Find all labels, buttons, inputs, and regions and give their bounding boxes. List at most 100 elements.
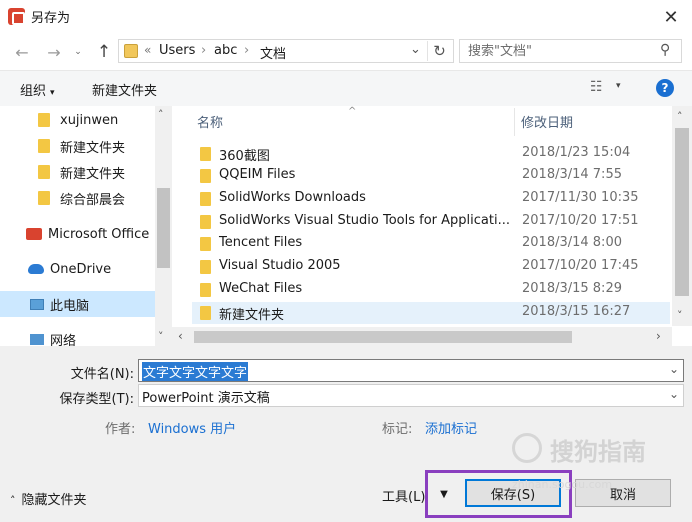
table-row[interactable]: Tencent Files 2018/3/14 8:00 bbox=[192, 233, 670, 255]
watermark-logo-icon bbox=[512, 433, 542, 463]
sidebar-item-meeting[interactable]: 综合部晨会 bbox=[38, 186, 125, 210]
file-name: QQEIM Files bbox=[219, 167, 296, 182]
folder-icon bbox=[200, 147, 211, 161]
scrollbar-thumb[interactable] bbox=[157, 188, 170, 268]
sidebar-item-label: 新建文件夹 bbox=[60, 166, 126, 182]
scroll-down-icon[interactable]: ˅ bbox=[677, 309, 683, 322]
sidebar-item-label: Microsoft Office bbox=[48, 226, 150, 242]
chevron-down-icon[interactable]: ⌄ bbox=[669, 362, 679, 376]
computer-icon bbox=[30, 298, 44, 310]
scroll-up-icon[interactable]: ˄ bbox=[158, 108, 164, 121]
address-dropdown-icon[interactable]: ⌄ bbox=[410, 42, 421, 57]
watermark-url: zhinan.sogou.com bbox=[512, 478, 613, 491]
scroll-right-icon[interactable]: › bbox=[656, 329, 661, 343]
file-list-vertical-scrollbar[interactable]: ˄ ˅ bbox=[672, 106, 692, 326]
breadcrumb-documents[interactable]: 文档 bbox=[260, 43, 286, 62]
file-name: WeChat Files bbox=[219, 281, 303, 296]
add-tags-link[interactable]: 添加标记 bbox=[425, 418, 477, 437]
file-list: ^ 名称 修改日期 360截图 2018/1/23 15:04 QQEIM Fi… bbox=[172, 106, 692, 346]
scrollbar-thumb[interactable] bbox=[194, 331, 572, 343]
hide-folders-label: 隐藏文件夹 bbox=[21, 493, 87, 508]
new-folder-button[interactable]: 新建文件夹 bbox=[92, 80, 157, 99]
column-header-date[interactable]: 修改日期 bbox=[521, 112, 573, 131]
file-date: 2018/3/15 8:29 bbox=[522, 281, 622, 296]
file-date: 2018/3/15 16:27 bbox=[522, 304, 631, 319]
folder-icon bbox=[200, 237, 211, 251]
file-name: 新建文件夹 bbox=[219, 308, 285, 323]
chevron-up-icon: ˄ bbox=[10, 494, 16, 507]
folder-icon bbox=[200, 169, 211, 183]
file-name: SolidWorks Downloads bbox=[219, 190, 366, 205]
window-title: 另存为 bbox=[31, 11, 71, 26]
author-link[interactable]: Windows 用户 bbox=[148, 418, 236, 437]
breadcrumb-users[interactable]: Users bbox=[159, 43, 195, 58]
sidebar-item-label: OneDrive bbox=[50, 261, 112, 277]
file-name: SolidWorks Visual Studio Tools for Appli… bbox=[219, 213, 510, 228]
column-divider[interactable] bbox=[514, 108, 515, 136]
table-row[interactable]: Visual Studio 2005 2017/10/20 17:45 bbox=[192, 256, 670, 278]
filename-input[interactable]: 文字文字文字文字 ⌄ bbox=[138, 359, 684, 382]
sidebar-item-label: 综合部晨会 bbox=[60, 192, 126, 208]
address-overflow-icon[interactable]: « bbox=[144, 43, 151, 57]
breadcrumb-separator-icon[interactable]: › bbox=[244, 43, 249, 58]
search-input[interactable] bbox=[466, 42, 656, 60]
folder-icon bbox=[38, 165, 50, 179]
sidebar-item-this-pc[interactable]: 此电脑 bbox=[0, 291, 155, 317]
search-icon[interactable]: ⚲ bbox=[660, 42, 670, 58]
author-label: 作者: bbox=[105, 422, 136, 437]
file-list-horizontal-scrollbar[interactable]: ‹ › bbox=[172, 327, 672, 346]
address-bar[interactable]: « Users › abc › 文档 ⌄ ↻ bbox=[118, 39, 454, 63]
table-row[interactable]: SolidWorks Visual Studio Tools for Appli… bbox=[192, 211, 670, 233]
scroll-up-icon[interactable]: ˄ bbox=[677, 110, 683, 123]
sidebar-item-xujinwen[interactable]: xujinwen bbox=[38, 108, 118, 132]
recent-locations-icon[interactable]: ⌄ bbox=[70, 41, 86, 63]
sidebar-item-microsoft-office[interactable]: Microsoft Office bbox=[26, 222, 149, 246]
folder-icon bbox=[200, 306, 211, 320]
view-dropdown-icon[interactable]: ▾ bbox=[616, 81, 621, 91]
close-button[interactable]: ✕ bbox=[650, 0, 692, 34]
help-icon[interactable]: ? bbox=[656, 79, 674, 97]
column-header-name[interactable]: 名称 bbox=[197, 112, 223, 131]
up-button[interactable]: ↑ bbox=[92, 41, 116, 63]
breadcrumb-separator-icon[interactable]: › bbox=[201, 43, 206, 58]
back-button[interactable]: ← bbox=[10, 41, 34, 63]
organize-button[interactable]: 组织 ▾ bbox=[20, 80, 55, 99]
search-box: ⚲ bbox=[459, 39, 682, 63]
sidebar-item-new-folder-2[interactable]: 新建文件夹 bbox=[38, 160, 125, 184]
forward-button[interactable]: → bbox=[42, 41, 66, 63]
file-date: 2017/11/30 10:35 bbox=[522, 190, 639, 205]
filename-value: 文字文字文字文字 bbox=[142, 362, 249, 381]
scroll-left-icon[interactable]: ‹ bbox=[178, 329, 183, 343]
table-row[interactable]: 360截图 2018/1/23 15:04 bbox=[192, 143, 670, 165]
sidebar-item-onedrive[interactable]: OneDrive bbox=[28, 257, 111, 281]
breadcrumb-abc[interactable]: abc bbox=[214, 43, 237, 58]
table-row[interactable]: WeChat Files 2018/3/15 8:29 bbox=[192, 279, 670, 301]
scroll-down-icon[interactable]: ˅ bbox=[158, 330, 164, 343]
file-name: Tencent Files bbox=[219, 235, 303, 250]
filetype-select[interactable]: PowerPoint 演示文稿 ⌄ bbox=[138, 384, 684, 407]
folder-icon bbox=[38, 139, 50, 153]
chevron-down-icon[interactable]: ⌄ bbox=[669, 387, 679, 401]
refresh-button[interactable]: ↻ bbox=[427, 41, 451, 61]
folder-icon bbox=[200, 215, 211, 229]
tools-button[interactable]: 工具(L) bbox=[382, 486, 425, 505]
table-row-selected[interactable]: 新建文件夹 2018/3/15 16:27 bbox=[192, 302, 670, 324]
file-date: 2018/3/14 8:00 bbox=[522, 235, 622, 250]
scrollbar-thumb[interactable] bbox=[675, 128, 689, 296]
navigation-scrollbar[interactable]: ˄ ˅ bbox=[155, 106, 172, 346]
folder-icon bbox=[200, 283, 211, 297]
file-name: Visual Studio 2005 bbox=[219, 258, 341, 273]
hide-folders-button[interactable]: ˄ 隐藏文件夹 bbox=[10, 489, 87, 508]
folder-icon bbox=[38, 113, 50, 127]
cloud-icon bbox=[28, 264, 44, 274]
sidebar-item-new-folder-1[interactable]: 新建文件夹 bbox=[38, 134, 125, 158]
tags-label: 标记: bbox=[382, 422, 413, 437]
table-row[interactable]: QQEIM Files 2018/3/14 7:55 bbox=[192, 165, 670, 187]
toolbar: 组织 ▾ 新建文件夹 ☷ ▾ ? bbox=[0, 70, 692, 106]
sidebar-item-network[interactable]: 网络 bbox=[30, 327, 76, 346]
table-row[interactable]: SolidWorks Downloads 2017/11/30 10:35 bbox=[192, 188, 670, 210]
network-icon bbox=[30, 333, 44, 345]
organize-label: 组织 bbox=[20, 84, 47, 99]
view-options-icon[interactable]: ☷ bbox=[590, 79, 603, 95]
sidebar-item-label: 网络 bbox=[50, 333, 77, 347]
